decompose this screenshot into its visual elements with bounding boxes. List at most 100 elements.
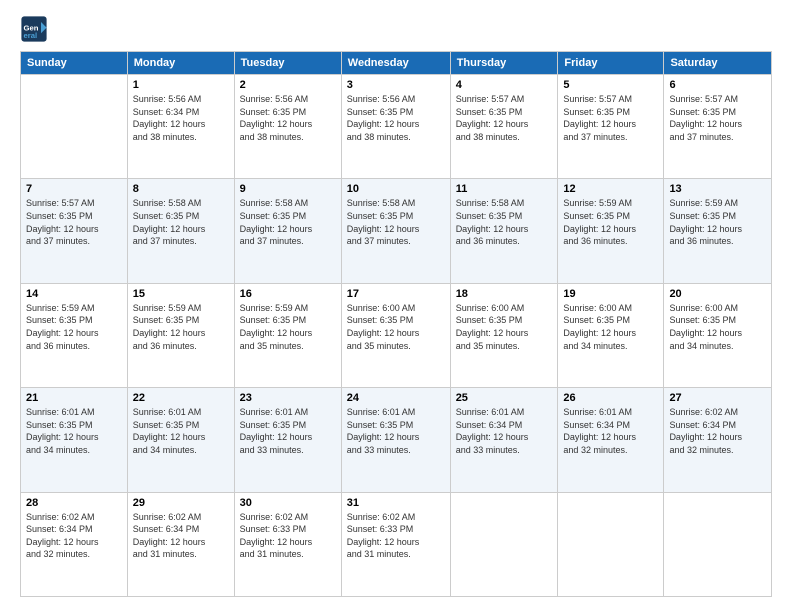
calendar-week-row: 14 Sunrise: 5:59 AM Sunset: 6:35 PM Dayli… (21, 283, 772, 387)
calendar-cell: 14 Sunrise: 5:59 AM Sunset: 6:35 PM Dayli… (21, 283, 128, 387)
day-info: Sunrise: 5:59 AM Sunset: 6:35 PM Dayligh… (26, 302, 122, 352)
day-number: 9 (240, 183, 336, 195)
calendar-week-row: 1 Sunrise: 5:56 AM Sunset: 6:34 PM Daylig… (21, 75, 772, 179)
day-info: Sunrise: 5:56 AM Sunset: 6:34 PM Dayligh… (133, 93, 229, 143)
day-number: 27 (669, 392, 766, 404)
day-number: 19 (563, 288, 658, 300)
day-info: Sunrise: 5:57 AM Sunset: 6:35 PM Dayligh… (456, 93, 553, 143)
calendar-cell: 29 Sunrise: 6:02 AM Sunset: 6:34 PM Dayli… (127, 492, 234, 596)
day-number: 16 (240, 288, 336, 300)
calendar-cell: 8 Sunrise: 5:58 AM Sunset: 6:35 PM Daylig… (127, 179, 234, 283)
logo: Gen eral (20, 15, 52, 43)
day-number: 10 (347, 183, 445, 195)
day-info: Sunrise: 5:58 AM Sunset: 6:35 PM Dayligh… (456, 197, 553, 247)
calendar-cell: 31 Sunrise: 6:02 AM Sunset: 6:33 PM Dayli… (341, 492, 450, 596)
calendar-cell: 9 Sunrise: 5:58 AM Sunset: 6:35 PM Daylig… (234, 179, 341, 283)
day-info: Sunrise: 5:58 AM Sunset: 6:35 PM Dayligh… (240, 197, 336, 247)
page: Gen eral SundayMondayTuesdayWednesdayThu… (0, 0, 792, 612)
calendar-cell: 15 Sunrise: 5:59 AM Sunset: 6:35 PM Dayli… (127, 283, 234, 387)
day-number: 14 (26, 288, 122, 300)
day-info: Sunrise: 6:00 AM Sunset: 6:35 PM Dayligh… (669, 302, 766, 352)
calendar-cell (664, 492, 772, 596)
calendar-cell: 3 Sunrise: 5:56 AM Sunset: 6:35 PM Daylig… (341, 75, 450, 179)
calendar-cell (558, 492, 664, 596)
weekday-header: Thursday (450, 52, 558, 75)
day-info: Sunrise: 6:02 AM Sunset: 6:33 PM Dayligh… (240, 511, 336, 561)
calendar-week-row: 28 Sunrise: 6:02 AM Sunset: 6:34 PM Dayli… (21, 492, 772, 596)
calendar-cell: 4Sunrise: 5:57 AM Sunset: 6:35 PM Daylig… (450, 75, 558, 179)
day-number: 6 (669, 79, 766, 91)
day-number: 26 (563, 392, 658, 404)
calendar: SundayMondayTuesdayWednesdayThursdayFrid… (20, 51, 772, 597)
day-number: 15 (133, 288, 229, 300)
day-number: 8 (133, 183, 229, 195)
day-number: 21 (26, 392, 122, 404)
calendar-cell: 25 Sunrise: 6:01 AM Sunset: 6:34 PM Dayli… (450, 388, 558, 492)
calendar-cell: 22Sunrise: 6:01 AM Sunset: 6:35 PM Dayli… (127, 388, 234, 492)
calendar-cell: 18Sunrise: 6:00 AM Sunset: 6:35 PM Dayli… (450, 283, 558, 387)
day-number: 2 (240, 79, 336, 91)
calendar-cell: 13 Sunrise: 5:59 AM Sunset: 6:35 PM Dayli… (664, 179, 772, 283)
day-info: Sunrise: 5:59 AM Sunset: 6:35 PM Dayligh… (563, 197, 658, 247)
day-info: Sunrise: 6:02 AM Sunset: 6:34 PM Dayligh… (26, 511, 122, 561)
calendar-cell: 11 Sunrise: 5:58 AM Sunset: 6:35 PM Dayli… (450, 179, 558, 283)
day-info: Sunrise: 5:58 AM Sunset: 6:35 PM Dayligh… (133, 197, 229, 247)
calendar-cell: 5Sunrise: 5:57 AM Sunset: 6:35 PM Daylig… (558, 75, 664, 179)
day-number: 12 (563, 183, 658, 195)
day-info: Sunrise: 5:58 AM Sunset: 6:35 PM Dayligh… (347, 197, 445, 247)
calendar-cell: 21 Sunrise: 6:01 AM Sunset: 6:35 PM Dayli… (21, 388, 128, 492)
calendar-week-row: 21 Sunrise: 6:01 AM Sunset: 6:35 PM Dayli… (21, 388, 772, 492)
day-number: 1 (133, 79, 229, 91)
day-info: Sunrise: 6:00 AM Sunset: 6:35 PM Dayligh… (563, 302, 658, 352)
day-info: Sunrise: 5:56 AM Sunset: 6:35 PM Dayligh… (347, 93, 445, 143)
day-info: Sunrise: 6:00 AM Sunset: 6:35 PM Dayligh… (456, 302, 553, 352)
weekday-header: Friday (558, 52, 664, 75)
calendar-cell: 24Sunrise: 6:01 AM Sunset: 6:35 PM Dayli… (341, 388, 450, 492)
calendar-cell: 26 Sunrise: 6:01 AM Sunset: 6:34 PM Dayli… (558, 388, 664, 492)
day-number: 30 (240, 497, 336, 509)
calendar-header-row: SundayMondayTuesdayWednesdayThursdayFrid… (21, 52, 772, 75)
day-number: 3 (347, 79, 445, 91)
day-number: 31 (347, 497, 445, 509)
day-number: 20 (669, 288, 766, 300)
day-number: 29 (133, 497, 229, 509)
weekday-header: Tuesday (234, 52, 341, 75)
calendar-cell: 23 Sunrise: 6:01 AM Sunset: 6:35 PM Dayli… (234, 388, 341, 492)
day-info: Sunrise: 6:01 AM Sunset: 6:34 PM Dayligh… (563, 406, 658, 456)
day-info: Sunrise: 5:57 AM Sunset: 6:35 PM Dayligh… (669, 93, 766, 143)
day-number: 11 (456, 183, 553, 195)
weekday-header: Wednesday (341, 52, 450, 75)
day-info: Sunrise: 6:02 AM Sunset: 6:34 PM Dayligh… (133, 511, 229, 561)
day-number: 23 (240, 392, 336, 404)
calendar-cell: 30 Sunrise: 6:02 AM Sunset: 6:33 PM Dayli… (234, 492, 341, 596)
weekday-header: Saturday (664, 52, 772, 75)
day-info: Sunrise: 5:59 AM Sunset: 6:35 PM Dayligh… (669, 197, 766, 247)
day-info: Sunrise: 5:59 AM Sunset: 6:35 PM Dayligh… (133, 302, 229, 352)
weekday-header: Sunday (21, 52, 128, 75)
day-number: 17 (347, 288, 445, 300)
day-number: 5 (563, 79, 658, 91)
day-info: Sunrise: 6:01 AM Sunset: 6:34 PM Dayligh… (456, 406, 553, 456)
day-info: Sunrise: 6:02 AM Sunset: 6:33 PM Dayligh… (347, 511, 445, 561)
day-number: 7 (26, 183, 122, 195)
day-number: 28 (26, 497, 122, 509)
day-number: 22 (133, 392, 229, 404)
calendar-cell: 1 Sunrise: 5:56 AM Sunset: 6:34 PM Daylig… (127, 75, 234, 179)
calendar-cell: 16Sunrise: 5:59 AM Sunset: 6:35 PM Dayli… (234, 283, 341, 387)
day-info: Sunrise: 6:02 AM Sunset: 6:34 PM Dayligh… (669, 406, 766, 456)
calendar-cell (21, 75, 128, 179)
logo-icon: Gen eral (20, 15, 48, 43)
calendar-cell: 17Sunrise: 6:00 AM Sunset: 6:35 PM Dayli… (341, 283, 450, 387)
calendar-cell: 20 Sunrise: 6:00 AM Sunset: 6:35 PM Dayli… (664, 283, 772, 387)
day-info: Sunrise: 5:56 AM Sunset: 6:35 PM Dayligh… (240, 93, 336, 143)
day-number: 13 (669, 183, 766, 195)
calendar-cell: 19 Sunrise: 6:00 AM Sunset: 6:35 PM Dayli… (558, 283, 664, 387)
day-info: Sunrise: 6:01 AM Sunset: 6:35 PM Dayligh… (26, 406, 122, 456)
day-info: Sunrise: 6:01 AM Sunset: 6:35 PM Dayligh… (240, 406, 336, 456)
day-number: 24 (347, 392, 445, 404)
weekday-header: Monday (127, 52, 234, 75)
day-info: Sunrise: 5:57 AM Sunset: 6:35 PM Dayligh… (26, 197, 122, 247)
calendar-cell: 6 Sunrise: 5:57 AM Sunset: 6:35 PM Daylig… (664, 75, 772, 179)
day-number: 25 (456, 392, 553, 404)
calendar-cell: 7 Sunrise: 5:57 AM Sunset: 6:35 PM Daylig… (21, 179, 128, 283)
